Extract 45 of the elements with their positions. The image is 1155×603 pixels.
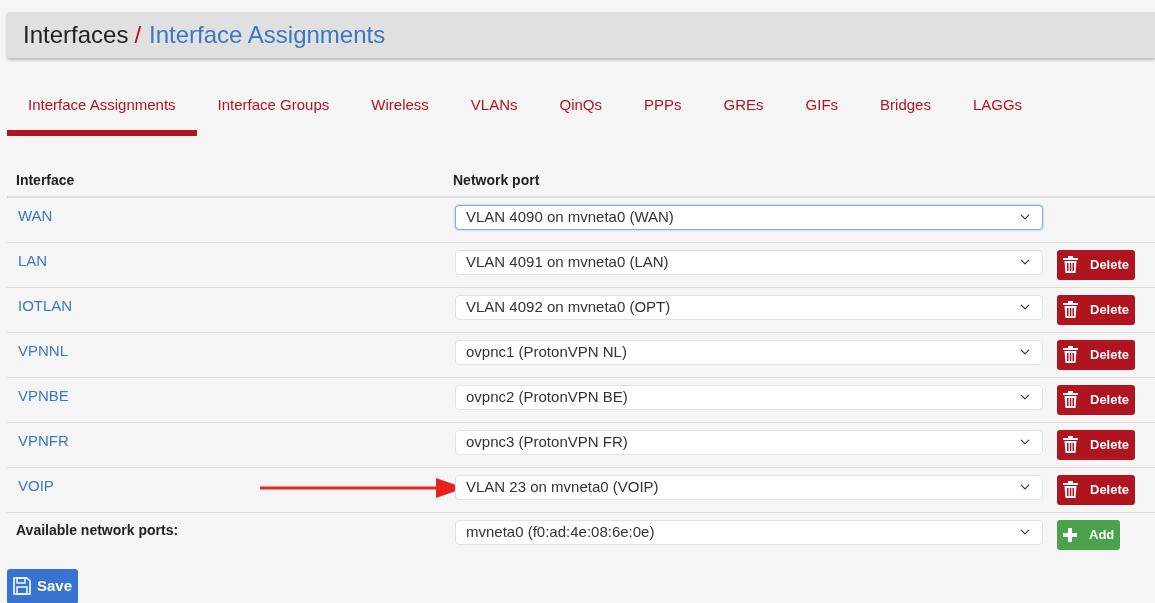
- tab[interactable]: GIFs: [784, 86, 860, 136]
- delete-button[interactable]: Delete: [1057, 249, 1136, 280]
- column-header: Network port: [453, 170, 541, 190]
- port-dropdown[interactable]: ovpnc2 (ProtonVPN BE): [455, 384, 1043, 410]
- tab[interactable]: VLANs: [449, 86, 539, 136]
- delete-button[interactable]: Delete: [1057, 294, 1136, 325]
- save-button[interactable]: Save: [7, 568, 79, 603]
- interface-link[interactable]: WAN: [18, 204, 53, 227]
- port-dropdown[interactable]: ovpnc3 (ProtonVPN FR): [455, 429, 1043, 455]
- column-header: Interface: [16, 170, 76, 190]
- tab[interactable]: GREs: [702, 86, 785, 136]
- interface-link[interactable]: VPNFR: [18, 429, 69, 452]
- delete-button[interactable]: Delete: [1057, 429, 1136, 460]
- breadcrumb-current[interactable]: Interface Assignments: [149, 17, 386, 53]
- tab[interactable]: Bridges: [859, 86, 952, 136]
- tab[interactable]: Wireless: [350, 86, 450, 136]
- tab[interactable]: PPPs: [623, 86, 703, 136]
- trash-icon: [1063, 301, 1078, 318]
- trash-icon: [1063, 391, 1078, 408]
- port-dropdown[interactable]: VLAN 4090 on mvneta0 (WAN): [455, 204, 1043, 230]
- port-dropdown[interactable]: ovpnc1 (ProtonVPN NL): [455, 339, 1043, 365]
- breadcrumb-parent: Interfaces: [23, 20, 129, 50]
- plus-icon: [1063, 527, 1077, 542]
- tab[interactable]: LAGGs: [951, 86, 1044, 136]
- breadcrumb-separator: /: [134, 20, 142, 50]
- port-dropdown[interactable]: mvneta0 (f0:ad:4e:08:6e:0e): [455, 519, 1043, 545]
- tab[interactable]: QinQs: [538, 86, 624, 136]
- tab[interactable]: Interface Assignments: [7, 86, 197, 136]
- trash-icon: [1063, 256, 1078, 273]
- trash-icon: [1063, 346, 1078, 363]
- port-dropdown[interactable]: VLAN 4091 on mvneta0 (LAN): [455, 249, 1043, 275]
- tab[interactable]: Interface Groups: [196, 86, 351, 136]
- trash-icon: [1063, 481, 1078, 498]
- delete-button[interactable]: Delete: [1057, 339, 1136, 370]
- delete-button[interactable]: Delete: [1057, 474, 1136, 505]
- interface-link[interactable]: VPNBE: [18, 384, 69, 407]
- port-dropdown[interactable]: VLAN 23 on mvneta0 (VOIP): [455, 474, 1043, 500]
- available-ports-label: Available network ports:: [16, 520, 179, 540]
- trash-icon: [1063, 436, 1078, 453]
- interface-link[interactable]: IOTLAN: [18, 294, 73, 317]
- interface-link[interactable]: VPNNL: [18, 339, 69, 362]
- port-dropdown[interactable]: VLAN 4092 on mvneta0 (OPT): [455, 294, 1043, 320]
- delete-button[interactable]: Delete: [1057, 384, 1136, 415]
- interface-link[interactable]: VOIP: [18, 474, 54, 497]
- interface-link[interactable]: LAN: [18, 249, 48, 272]
